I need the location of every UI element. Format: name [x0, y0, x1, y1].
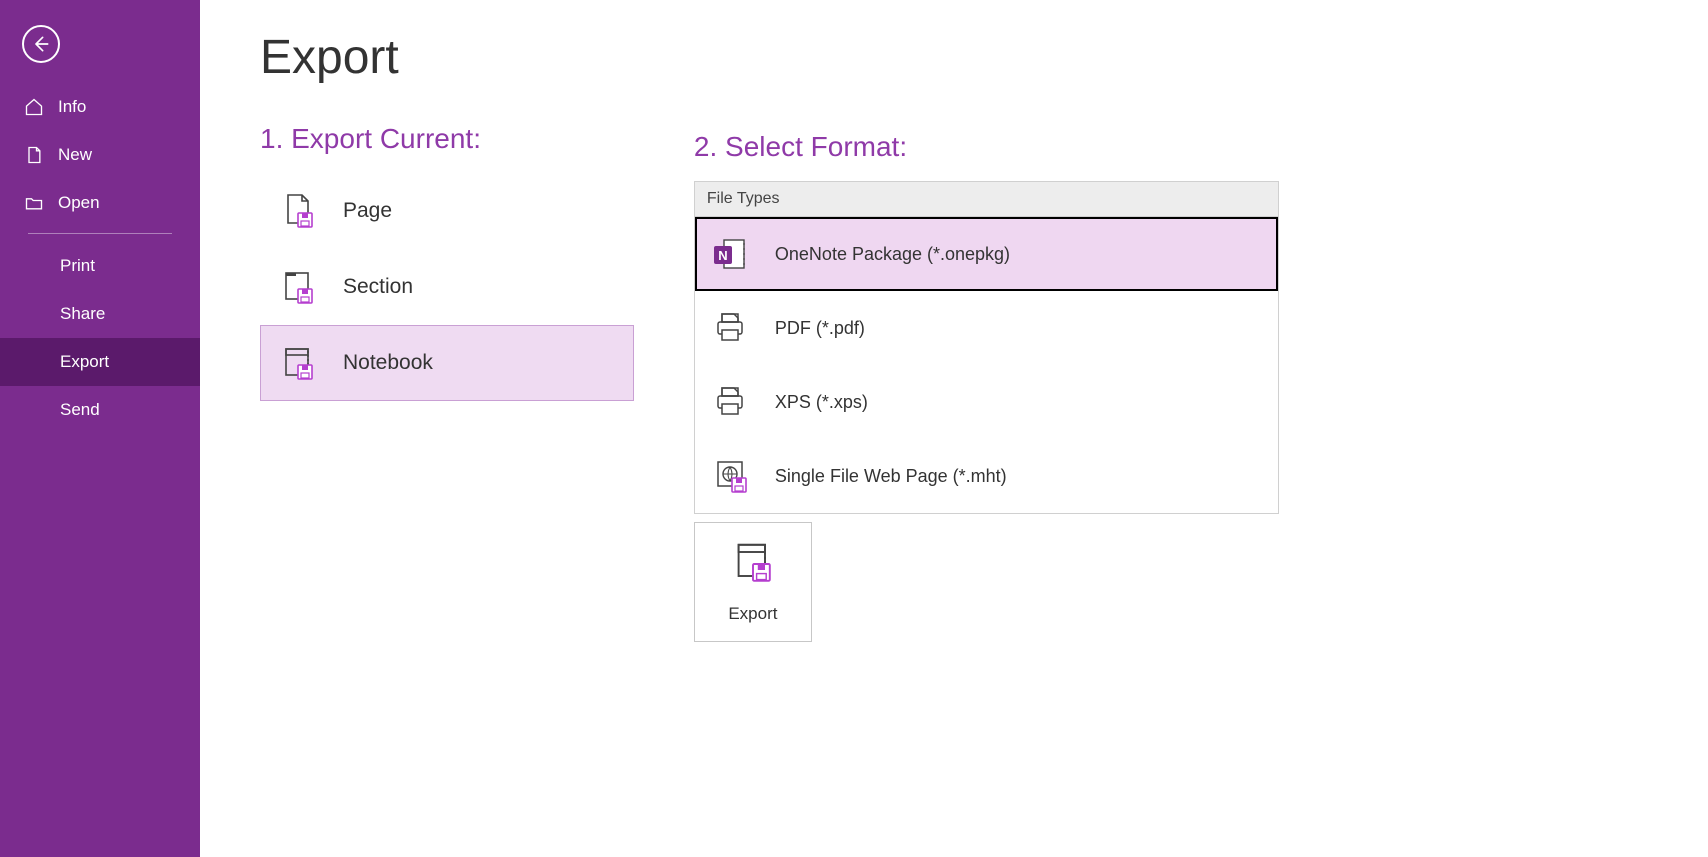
main-content: Export 1. Export Current: Page: [200, 0, 1708, 857]
onenote-pkg-icon: N: [709, 233, 751, 275]
nav-subitem-send[interactable]: Send: [0, 386, 200, 434]
printer-icon: [709, 307, 751, 349]
format-option-onepkg[interactable]: N OneNote Package (*.onepkg): [695, 217, 1278, 291]
export-option-label: Notebook: [343, 351, 433, 375]
nav-item-open[interactable]: Open: [0, 179, 200, 227]
export-option-section[interactable]: Section: [260, 249, 634, 325]
nav-subitem-print[interactable]: Print: [0, 242, 200, 290]
export-current-column: 1. Export Current: Page: [260, 123, 634, 642]
nav-subitem-label: Export: [60, 352, 109, 371]
format-option-xps[interactable]: XPS (*.xps): [695, 365, 1278, 439]
sidebar-separator: [28, 233, 172, 234]
folder-open-icon: [24, 193, 44, 213]
format-option-label: PDF (*.pdf): [775, 318, 865, 339]
export-button-label: Export: [728, 604, 777, 624]
nav-subitem-export[interactable]: Export: [0, 338, 200, 386]
printer-icon: [709, 381, 751, 423]
format-option-label: XPS (*.xps): [775, 392, 868, 413]
new-file-icon: [24, 145, 44, 165]
nav-item-info[interactable]: Info: [0, 83, 200, 131]
export-current-options: Page Section: [260, 173, 634, 401]
nav-subitem-label: Share: [60, 304, 105, 323]
export-button[interactable]: Export: [694, 522, 812, 642]
select-format-heading: 2. Select Format:: [694, 131, 1279, 163]
nav-subitem-share[interactable]: Share: [0, 290, 200, 338]
arrow-left-icon: [31, 34, 51, 54]
select-format-column: 2. Select Format: File Types N OneNote P…: [694, 131, 1279, 642]
nav-item-label: Open: [58, 193, 100, 213]
nav-item-label: Info: [58, 97, 86, 117]
nav-subitem-label: Print: [60, 256, 95, 275]
format-option-mht[interactable]: Single File Web Page (*.mht): [695, 439, 1278, 513]
notebook-save-icon: [729, 540, 777, 588]
format-option-label: Single File Web Page (*.mht): [775, 466, 1007, 487]
nav-subitem-label: Send: [60, 400, 100, 419]
format-option-pdf[interactable]: PDF (*.pdf): [695, 291, 1278, 365]
page-save-icon: [277, 190, 319, 232]
section-save-icon: [277, 266, 319, 308]
webpage-save-icon: [709, 455, 751, 497]
export-option-label: Page: [343, 199, 392, 223]
export-option-notebook[interactable]: Notebook: [260, 325, 634, 401]
format-group-header: File Types: [695, 182, 1278, 217]
back-button[interactable]: [22, 25, 60, 63]
notebook-save-icon: [277, 342, 319, 384]
home-icon: [24, 97, 44, 117]
format-list: File Types N OneNote Package (*.onepkg): [694, 181, 1279, 514]
svg-text:N: N: [718, 248, 727, 263]
nav-item-new[interactable]: New: [0, 131, 200, 179]
page-title: Export: [260, 30, 1708, 85]
backstage-sidebar: Info New Open Print Share Export Send: [0, 0, 200, 857]
nav-item-label: New: [58, 145, 92, 165]
export-current-heading: 1. Export Current:: [260, 123, 634, 155]
export-option-page[interactable]: Page: [260, 173, 634, 249]
export-option-label: Section: [343, 275, 413, 299]
format-option-label: OneNote Package (*.onepkg): [775, 244, 1010, 265]
